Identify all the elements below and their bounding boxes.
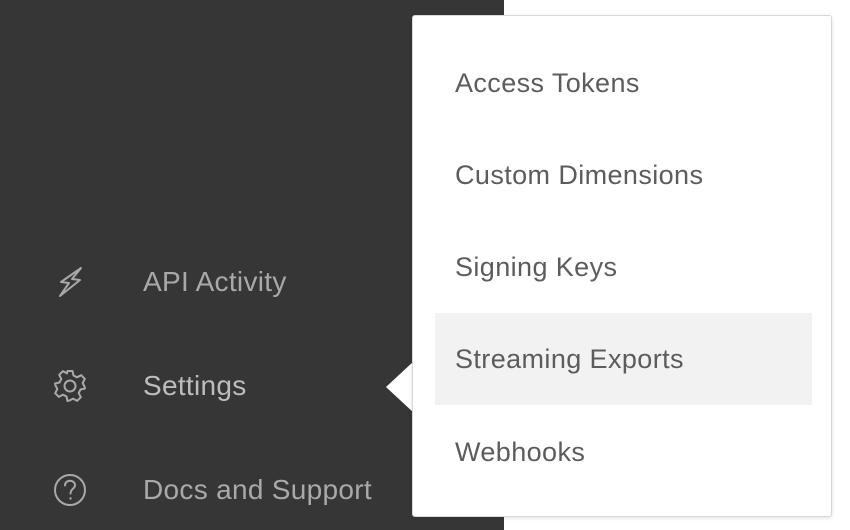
menu-item-label: Streaming Exports (455, 343, 684, 374)
menu-item-label: Signing Keys (455, 251, 618, 282)
menu-item-streaming-exports[interactable]: Streaming Exports (435, 313, 812, 405)
menu-item-custom-dimensions[interactable]: Custom Dimensions (435, 129, 812, 221)
menu-item-label: Custom Dimensions (455, 159, 704, 190)
sidebar-item-label: API Activity (143, 266, 287, 297)
question-circle-icon (50, 470, 90, 510)
menu-item-label: Access Tokens (455, 67, 640, 98)
gear-icon (50, 366, 90, 406)
menu-item-signing-keys[interactable]: Signing Keys (435, 221, 812, 313)
lightning-bolt-icon (50, 262, 90, 302)
settings-dropdown-menu: Access Tokens Custom Dimensions Signing … (412, 15, 832, 517)
menu-item-label: Webhooks (455, 436, 586, 467)
menu-item-access-tokens[interactable]: Access Tokens (435, 37, 812, 129)
sidebar-item-label: Docs and Support (143, 474, 372, 505)
sidebar-item-label: Settings (143, 370, 247, 401)
menu-item-webhooks[interactable]: Webhooks (435, 406, 812, 498)
dropdown-caret (386, 361, 414, 413)
